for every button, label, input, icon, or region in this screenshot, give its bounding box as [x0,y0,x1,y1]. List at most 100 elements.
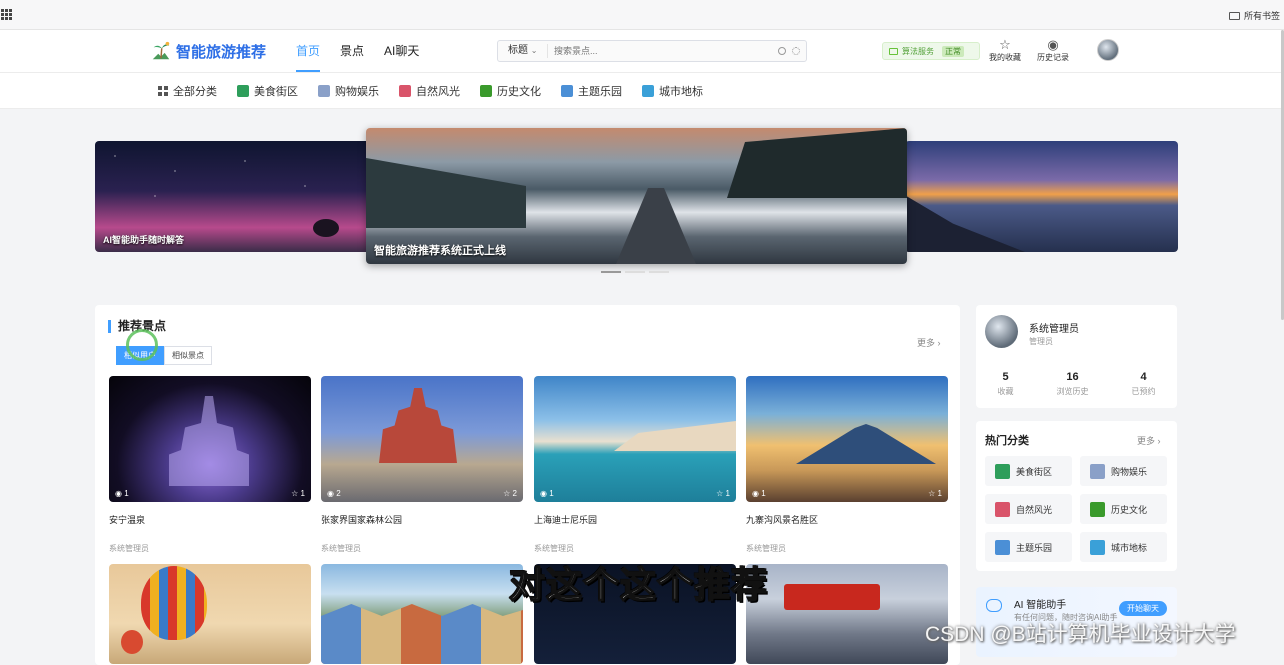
carousel-dot[interactable] [649,271,669,273]
attraction-card-image[interactable] [321,564,523,664]
attraction-card-image[interactable] [746,564,948,664]
nav-attractions[interactable]: 景点 [340,30,364,73]
carousel-slide-left[interactable]: AI智能助手随时解答 [95,141,370,252]
card-image[interactable]: ◉ 2 ☆ 2 [321,376,523,502]
carousel-slide-center[interactable]: 智能旅游推荐系统正式上线 [366,128,907,264]
attraction-card-image[interactable] [109,564,311,664]
category-item[interactable]: 历史文化 [480,83,541,99]
eye-icon: ◉ [327,489,334,498]
card-title[interactable]: 安宁温泉 [109,513,311,526]
search-icon[interactable] [778,47,786,55]
chevron-down-icon: ⌄ [530,46,538,55]
click-highlight-ring [126,329,158,361]
card-image[interactable]: ◉ 1 ☆ 1 [746,376,948,502]
fav-count: ☆ 1 [716,489,730,498]
card-title[interactable]: 上海迪士尼乐园 [534,513,736,526]
search-field-select[interactable]: 标题 ⌄ [498,44,548,58]
all-bookmarks-button[interactable]: 所有书签 [1228,9,1280,22]
category-item[interactable]: 主题乐园 [561,83,622,99]
category-label: 城市地标 [659,86,703,98]
category-item[interactable]: 城市地标 [642,83,703,99]
attraction-card[interactable]: ◉ 2 ☆ 2 张家界国家森林公园 系统管理员 [321,376,523,554]
carousel-dot[interactable] [625,271,645,273]
profile-stats: 5 收藏 16 浏览历史 4 已预约 [976,371,1177,397]
hot-category-item[interactable]: 历史文化 [1080,494,1167,524]
stat-reserved[interactable]: 4 已预约 [1132,371,1156,397]
user-avatar[interactable] [1097,39,1119,61]
search-input[interactable] [548,45,778,57]
fav-count-value: 2 [512,489,517,498]
tree-icon [480,85,492,97]
card-image[interactable]: ◉ 1 ☆ 1 [534,376,736,502]
banner-carousel[interactable]: AI智能助手随时解答 智能旅游推荐系统正式上线 [95,128,1178,268]
category-icon [995,501,1010,517]
card-image[interactable]: ◉ 1 ☆ 1 [109,376,311,502]
site-logo[interactable]: 智能旅游推荐 [150,40,266,62]
mountain-silhouette [905,195,1025,252]
eye-icon: ◉ [1047,37,1059,52]
apps-grid-icon[interactable] [1,9,12,20]
stat-label: 浏览历史 [1056,387,1089,396]
chevron-right-icon: › [1157,436,1161,446]
shop-icon [237,85,249,97]
stat-history[interactable]: 16 浏览历史 [1057,371,1089,397]
grid-icon [158,86,168,96]
hot-category-label: 主题乐园 [1016,542,1053,553]
carousel-slide-right[interactable] [905,141,1178,252]
history-button[interactable]: ◉ 历史记录 [1033,37,1073,63]
nav-ai-chat[interactable]: AI聊天 [384,30,419,73]
fav-count-value: 1 [300,489,305,498]
star-icon: ☆ [503,489,511,498]
mount-fuji-silhouette [796,424,936,464]
eye-icon: ◉ [115,489,122,498]
status-label: 算法服务 [902,46,934,56]
carousel-dot[interactable] [601,271,621,273]
bookmarks-label: 所有书签 [1243,11,1280,21]
fav-count: ☆ 2 [503,489,517,498]
csdn-watermark: CSDN @B站计算机毕业设计大学 [925,623,1236,646]
view-count-value: 1 [761,489,766,498]
hot-category-item[interactable]: 购物娱乐 [1080,456,1167,486]
hot-category-item[interactable]: 美食街区 [985,456,1072,486]
favorites-button[interactable]: ☆ 我的收藏 [985,37,1025,63]
recommend-more-link[interactable]: 更多 › [917,336,941,349]
carousel-caption-center: 智能旅游推荐系统正式上线 [374,245,506,257]
hot-category-item[interactable]: 主题乐园 [985,532,1072,562]
hot-more-link[interactable]: 更多 › [1137,434,1161,447]
category-label: 主题乐园 [578,86,622,98]
highway [616,188,696,264]
hot-category-label: 美食街区 [1016,466,1053,477]
profile-card: 系统管理员 管理员 5 收藏 16 浏览历史 4 已预约 [976,305,1177,408]
card-title[interactable]: 张家界国家森林公园 [321,513,523,526]
eye-icon: ◉ [752,489,759,498]
hot-category-item[interactable]: 城市地标 [1080,532,1167,562]
view-count: ◉ 1 [115,489,129,498]
category-item[interactable]: 全部分类 [158,83,217,99]
attraction-card[interactable]: ◉ 1 ☆ 1 安宁温泉 系统管理员 [109,376,311,554]
more-label: 更多 [1137,436,1156,446]
card-author: 系统管理员 [109,544,149,553]
nav-home[interactable]: 首页 [296,30,321,73]
category-item[interactable]: 美食街区 [237,83,298,99]
category-item[interactable]: 自然风光 [399,83,460,99]
carousel-caption-left: AI智能助手随时解答 [103,235,185,245]
category-item[interactable]: 购物娱乐 [318,83,379,99]
category-icon [1090,463,1105,479]
settings-icon[interactable] [792,47,800,55]
profile-avatar[interactable] [985,315,1018,348]
stat-favorites[interactable]: 5 收藏 [998,371,1014,397]
stat-value: 5 [1002,371,1009,383]
tab-similar-attractions[interactable]: 相似景点 [164,346,212,365]
fav-count: ☆ 1 [291,489,305,498]
attraction-card[interactable]: ◉ 1 ☆ 1 九寨沟风景名胜区 系统管理员 [746,376,948,554]
attraction-card[interactable]: ◉ 1 ☆ 1 上海迪士尼乐园 系统管理员 [534,376,736,554]
hot-category-label: 购物娱乐 [1111,466,1148,477]
start-chat-button[interactable]: 开始聊天 [1119,601,1167,616]
hot-category-item[interactable]: 自然风光 [985,494,1072,524]
chevron-right-icon: › [937,338,941,348]
coastal-town [614,421,736,451]
category-bar: 全部分类 美食街区 购物娱乐 自然风光 历史文化 主题乐园 城市地标 [0,73,1284,109]
card-title[interactable]: 九寨沟风景名胜区 [746,513,948,526]
main-nav: 首页 景点 AI聊天 [296,30,419,73]
profile-name: 系统管理员 [1029,324,1079,335]
